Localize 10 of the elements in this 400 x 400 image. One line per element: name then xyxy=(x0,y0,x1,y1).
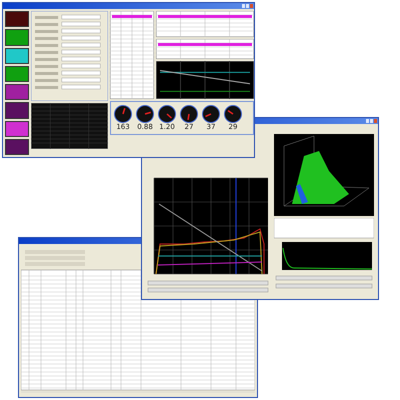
gauge-icon xyxy=(158,105,176,123)
gauge-icon xyxy=(202,105,220,123)
window-controls-icon[interactable] xyxy=(366,119,377,123)
gauge-icon xyxy=(180,105,198,123)
gauge-icon xyxy=(136,105,154,123)
gauge-icon xyxy=(224,105,242,123)
scroll-bar[interactable] xyxy=(148,288,268,292)
scroll-bar[interactable] xyxy=(148,280,268,286)
gauge-icon xyxy=(114,105,132,123)
window-controls-icon[interactable] xyxy=(242,4,253,8)
